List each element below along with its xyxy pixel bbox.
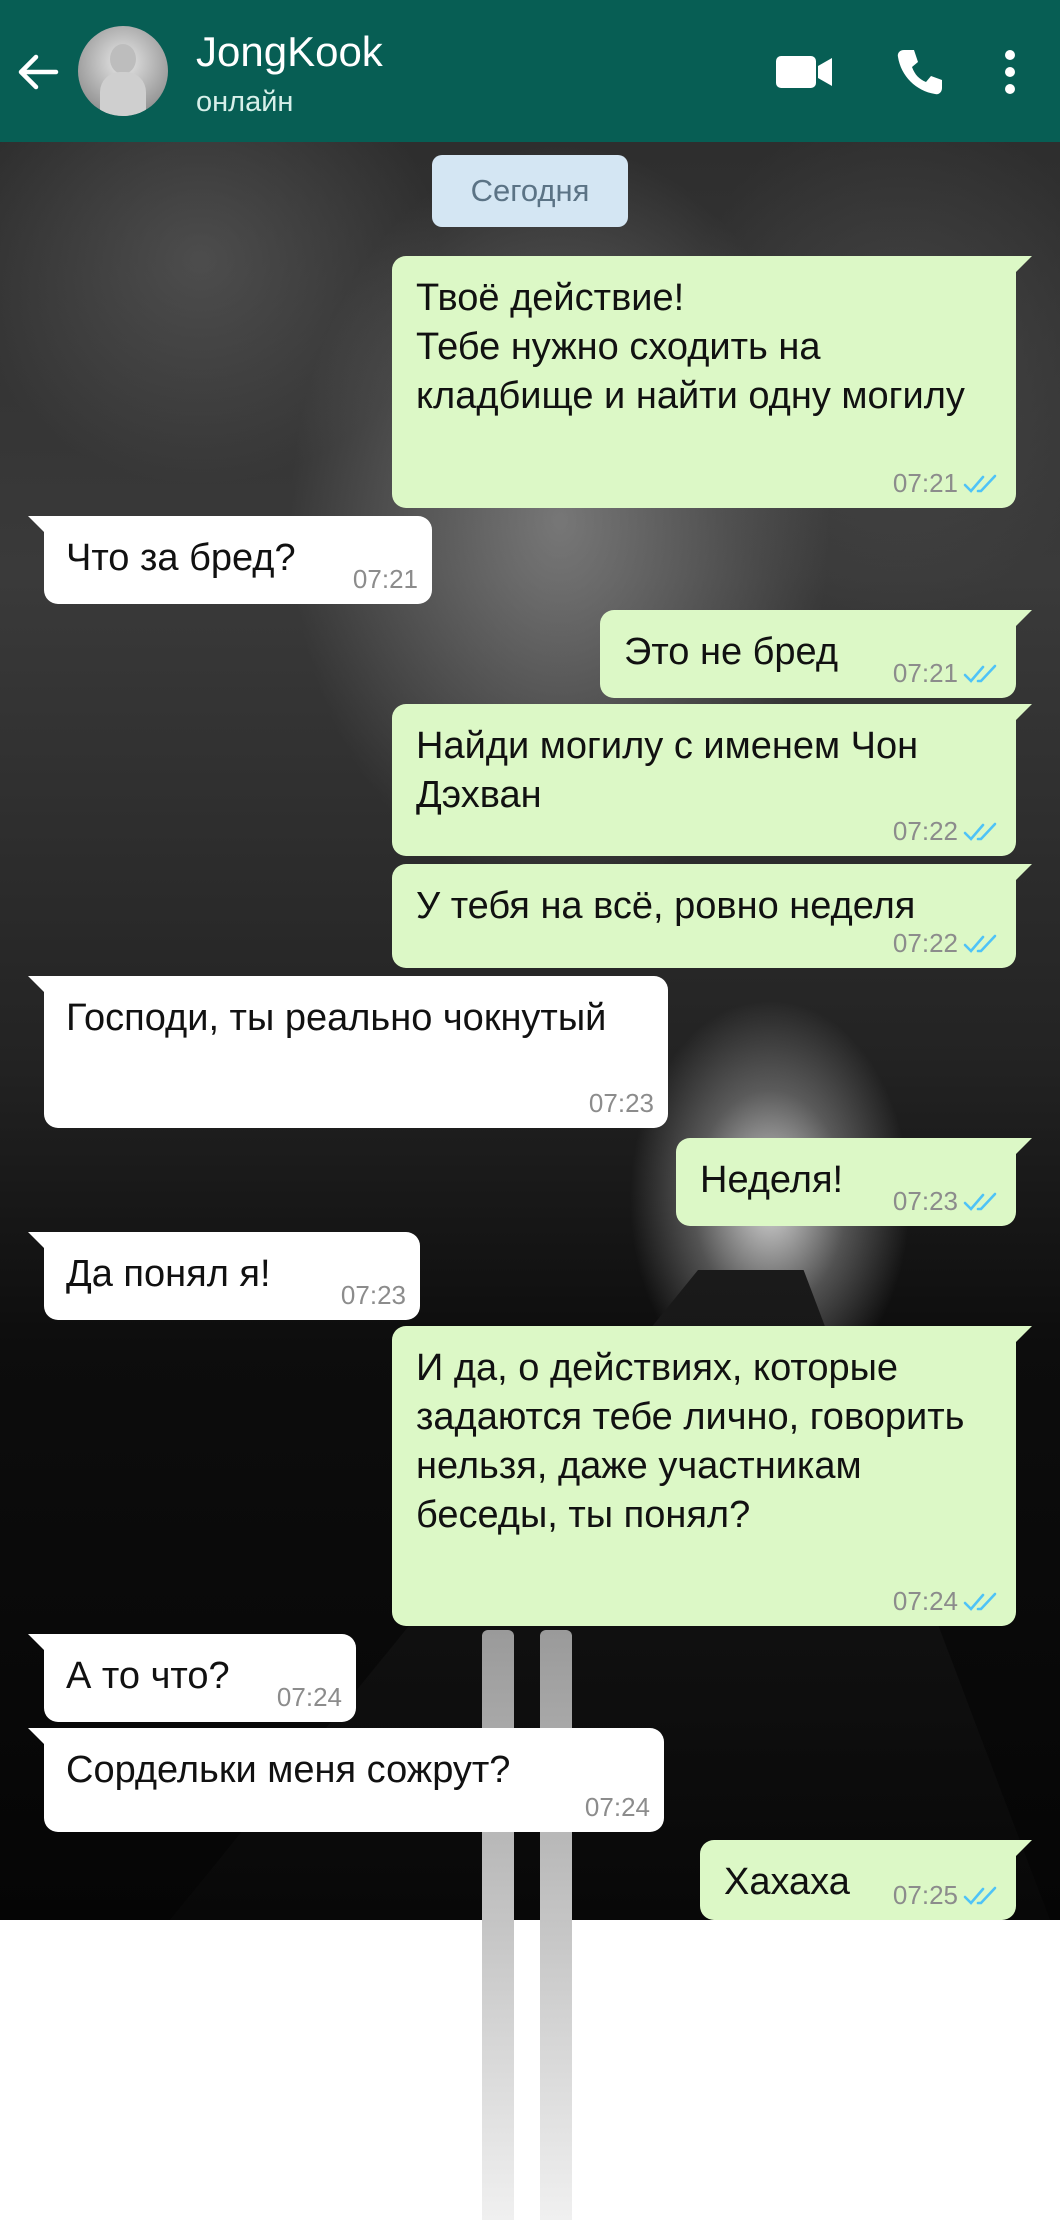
message-time: 07:21 <box>352 564 418 594</box>
message-meta: 07:22 <box>893 816 1002 846</box>
message-meta: 07:24 <box>277 1682 342 1712</box>
message-meta: 07:23 <box>893 1186 1002 1216</box>
wallpaper-road-line <box>482 1630 514 2220</box>
date-chip: Сегодня <box>432 155 628 227</box>
message-bubble-outgoing[interactable]: У тебя на всё, ровно неделя 07:22 <box>392 864 1032 968</box>
message-meta: 07:22 <box>893 928 1002 958</box>
message-meta: 07:24 <box>893 1586 1002 1616</box>
message-text: Господи, ты реально чокнутый <box>66 997 607 1039</box>
message-time: 07:21 <box>892 468 958 498</box>
message-bubble-outgoing[interactable]: И да, о действиях, которые задаются тебе… <box>392 1326 1032 1626</box>
message-meta: 07:23 <box>589 1088 654 1118</box>
message-time: 07:22 <box>892 928 958 958</box>
message-meta: 07:25 <box>893 1880 1002 1910</box>
double-check-icon <box>963 822 997 841</box>
message-bubble-outgoing[interactable]: Это не бред 07:21 <box>600 610 1032 698</box>
message-meta: 07:21 <box>893 658 1002 688</box>
message-text: Сордельки меня сожрут? <box>66 1749 511 1791</box>
contact-name[interactable]: JongKook <box>196 28 383 76</box>
chat-header: JongKook онлайн <box>0 0 1060 142</box>
message-text: Твоё действие! Тебе нужно сходить на кла… <box>416 277 965 417</box>
message-text: У тебя на всё, ровно неделя <box>416 885 916 927</box>
double-check-icon <box>963 1592 997 1611</box>
back-arrow-icon[interactable] <box>16 52 60 92</box>
contact-status: онлайн <box>196 86 294 118</box>
message-time: 07:25 <box>892 1880 958 1910</box>
phone-icon[interactable] <box>894 46 946 98</box>
double-check-icon <box>963 1886 997 1905</box>
double-check-icon <box>963 1192 997 1211</box>
message-time: 07:24 <box>892 1586 958 1616</box>
video-call-icon[interactable] <box>774 50 834 94</box>
message-bubble-outgoing[interactable]: Неделя! 07:23 <box>676 1138 1032 1226</box>
message-time: 07:24 <box>276 1682 342 1712</box>
message-time: 07:24 <box>584 1792 650 1822</box>
message-time: 07:21 <box>892 658 958 688</box>
message-time: 07:23 <box>588 1088 654 1118</box>
message-meta: 07:21 <box>893 468 1002 498</box>
message-meta: 07:24 <box>585 1792 650 1822</box>
message-text: Найди могилу с именем Чон Дэхван <box>416 725 919 816</box>
message-bubble-outgoing[interactable]: Хахаха 07:25 <box>700 1840 1032 1920</box>
message-bubble-outgoing[interactable]: Найди могилу с именем Чон Дэхван 07:22 <box>392 704 1032 856</box>
message-bubble-incoming[interactable]: Сордельки меня сожрут? 07:24 <box>28 1728 664 1832</box>
message-bubble-incoming[interactable]: Да понял я! 07:23 <box>28 1232 420 1320</box>
message-bubble-incoming[interactable]: Что за бред? 07:21 <box>28 516 432 604</box>
message-meta: 07:23 <box>341 1280 406 1310</box>
message-bubble-incoming[interactable]: Господи, ты реально чокнутый 07:23 <box>28 976 668 1128</box>
message-time: 07:23 <box>892 1186 958 1216</box>
double-check-icon <box>963 664 997 683</box>
double-check-icon <box>963 934 997 953</box>
double-check-icon <box>963 474 997 493</box>
message-text: И да, о действиях, которые задаются тебе… <box>416 1347 965 1536</box>
avatar[interactable] <box>78 26 168 116</box>
message-time: 07:22 <box>892 816 958 846</box>
message-bubble-incoming[interactable]: А то что? 07:24 <box>28 1634 356 1722</box>
message-meta: 07:21 <box>353 564 418 594</box>
more-vert-icon[interactable] <box>998 48 1022 96</box>
message-bubble-outgoing[interactable]: Твоё действие! Тебе нужно сходить на кла… <box>392 256 1032 508</box>
message-time: 07:23 <box>340 1280 406 1310</box>
wallpaper-road-line <box>540 1630 572 2220</box>
